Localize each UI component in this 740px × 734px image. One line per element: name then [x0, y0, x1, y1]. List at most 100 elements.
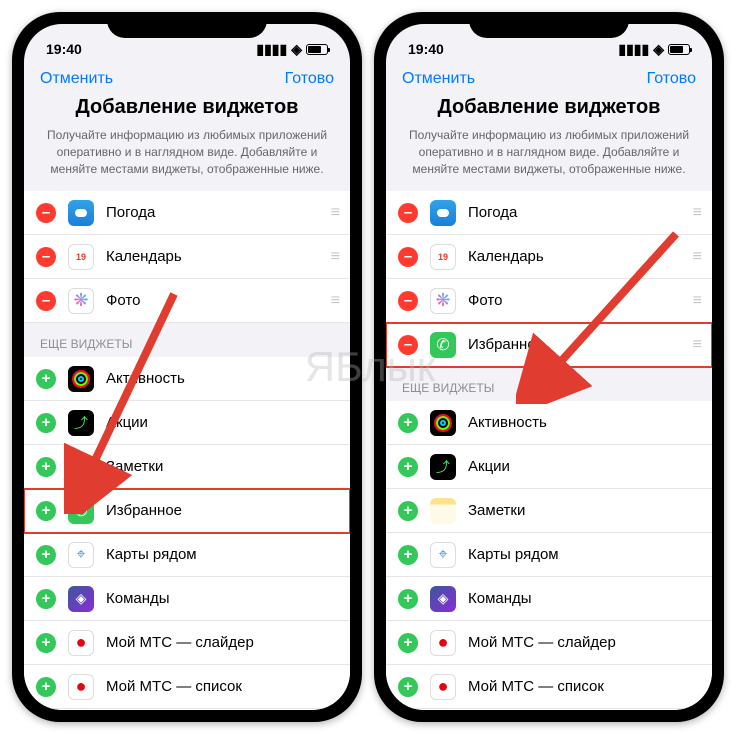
add-icon[interactable]: +: [398, 677, 418, 697]
drag-handle-icon[interactable]: [693, 248, 700, 266]
list-item[interactable]: + Мой МТС — список: [24, 665, 350, 709]
remove-icon[interactable]: –: [398, 335, 418, 355]
remove-icon[interactable]: –: [36, 291, 56, 311]
list-item[interactable]: + Команды: [24, 577, 350, 621]
remove-icon[interactable]: –: [36, 247, 56, 267]
add-icon[interactable]: +: [36, 501, 56, 521]
list-item[interactable]: – 19 Календарь: [386, 235, 712, 279]
status-indicators: ▮▮▮▮ ◈: [618, 41, 690, 58]
notes-icon: [68, 454, 94, 480]
add-icon[interactable]: +: [398, 457, 418, 477]
nav-bar: Отменить Готово: [386, 64, 712, 96]
add-icon[interactable]: +: [36, 633, 56, 653]
add-icon[interactable]: +: [36, 677, 56, 697]
list-item-label: Фото: [468, 292, 693, 309]
list-item[interactable]: + Мой МТС — список: [386, 665, 712, 709]
add-icon[interactable]: +: [36, 457, 56, 477]
wifi-icon: ◈: [291, 41, 302, 58]
list-item[interactable]: + Заметки: [386, 489, 712, 533]
add-icon[interactable]: +: [398, 589, 418, 609]
list-item-label: Мой МТС — список: [106, 678, 338, 695]
phone-icon: [430, 332, 456, 358]
list-item[interactable]: – 19 Календарь: [24, 235, 350, 279]
notch: [469, 12, 629, 38]
list-item-label: Заметки: [106, 458, 338, 475]
list-item[interactable]: – Погода: [386, 191, 712, 235]
mts-icon: [68, 630, 94, 656]
list-item-label: Фото: [106, 292, 331, 309]
cancel-button[interactable]: Отменить: [40, 70, 113, 88]
drag-handle-icon[interactable]: [331, 248, 338, 266]
list-item-label: Календарь: [468, 248, 693, 265]
add-icon[interactable]: +: [398, 545, 418, 565]
activity-icon: [430, 410, 456, 436]
list-item[interactable]: + Команды: [386, 577, 712, 621]
drag-handle-icon[interactable]: [331, 204, 338, 222]
remove-icon[interactable]: –: [36, 203, 56, 223]
photos-icon: [430, 288, 456, 314]
add-icon[interactable]: +: [398, 413, 418, 433]
list-item-label: Избранное: [106, 502, 338, 519]
add-icon[interactable]: +: [36, 369, 56, 389]
list-item[interactable]: + Акции: [386, 445, 712, 489]
add-icon[interactable]: +: [398, 633, 418, 653]
section-header: ЕЩЕ ВИДЖЕТЫ: [24, 323, 350, 357]
list-item[interactable]: – Погода: [24, 191, 350, 235]
remove-icon[interactable]: –: [398, 203, 418, 223]
maps-icon: [430, 542, 456, 568]
list-item[interactable]: + Мой МТС — слайдер: [386, 621, 712, 665]
done-button[interactable]: Готово: [647, 70, 696, 88]
active-widgets-list: – Погода – 19 Календарь – Фото: [24, 191, 350, 323]
screen: 19:40 ▮▮▮▮ ◈ Отменить Готово Добавление …: [24, 24, 350, 710]
list-item[interactable]: + Музыка: [24, 709, 350, 710]
list-item-label: Акции: [468, 458, 700, 475]
list-item[interactable]: + Карты рядом: [24, 533, 350, 577]
status-indicators: ▮▮▮▮ ◈: [256, 41, 328, 58]
list-item[interactable]: + 19 На очереди: [386, 709, 712, 710]
list-item[interactable]: + Активность: [386, 401, 712, 445]
drag-handle-icon[interactable]: [331, 292, 338, 310]
list-item[interactable]: + Акции: [24, 401, 350, 445]
battery-icon: [668, 44, 690, 55]
calendar-icon: 19: [430, 244, 456, 270]
signal-icon: ▮▮▮▮: [256, 41, 287, 58]
list-item-label: Заметки: [468, 502, 700, 519]
done-button[interactable]: Готово: [285, 70, 334, 88]
weather-icon: [68, 200, 94, 226]
list-item-label: Мой МТС — список: [468, 678, 700, 695]
list-item-label: Мой МТС — слайдер: [106, 634, 338, 651]
drag-handle-icon[interactable]: [693, 204, 700, 222]
page-title: Добавление виджетов: [46, 96, 328, 119]
page-desc: Получайте информацию из любимых приложен…: [46, 127, 328, 177]
list-item[interactable]: – Фото: [386, 279, 712, 323]
list-item-favorites[interactable]: – Избранное: [386, 323, 712, 367]
add-icon[interactable]: +: [36, 589, 56, 609]
signal-icon: ▮▮▮▮: [618, 41, 649, 58]
add-icon[interactable]: +: [398, 501, 418, 521]
list-item-label: Карты рядом: [106, 546, 338, 563]
photos-icon: [68, 288, 94, 314]
available-widgets-list: + Активность + Акции + Заметки + Избранн…: [24, 357, 350, 710]
list-item[interactable]: + Активность: [24, 357, 350, 401]
shortcuts-icon: [68, 586, 94, 612]
list-item[interactable]: – Фото: [24, 279, 350, 323]
list-item[interactable]: + Карты рядом: [386, 533, 712, 577]
drag-handle-icon[interactable]: [693, 292, 700, 310]
maps-icon: [68, 542, 94, 568]
wifi-icon: ◈: [653, 41, 664, 58]
remove-icon[interactable]: –: [398, 291, 418, 311]
list-item-favorites[interactable]: + Избранное: [24, 489, 350, 533]
list-item[interactable]: + Мой МТС — слайдер: [24, 621, 350, 665]
mts-icon: [430, 630, 456, 656]
list-item[interactable]: + Заметки: [24, 445, 350, 489]
page-title: Добавление виджетов: [408, 96, 690, 119]
remove-icon[interactable]: –: [398, 247, 418, 267]
drag-handle-icon[interactable]: [693, 336, 700, 354]
add-icon[interactable]: +: [36, 545, 56, 565]
add-icon[interactable]: +: [36, 413, 56, 433]
shortcuts-icon: [430, 586, 456, 612]
status-time: 19:40: [46, 41, 82, 57]
cancel-button[interactable]: Отменить: [402, 70, 475, 88]
list-item-label: Акции: [106, 414, 338, 431]
mts-icon: [430, 674, 456, 700]
